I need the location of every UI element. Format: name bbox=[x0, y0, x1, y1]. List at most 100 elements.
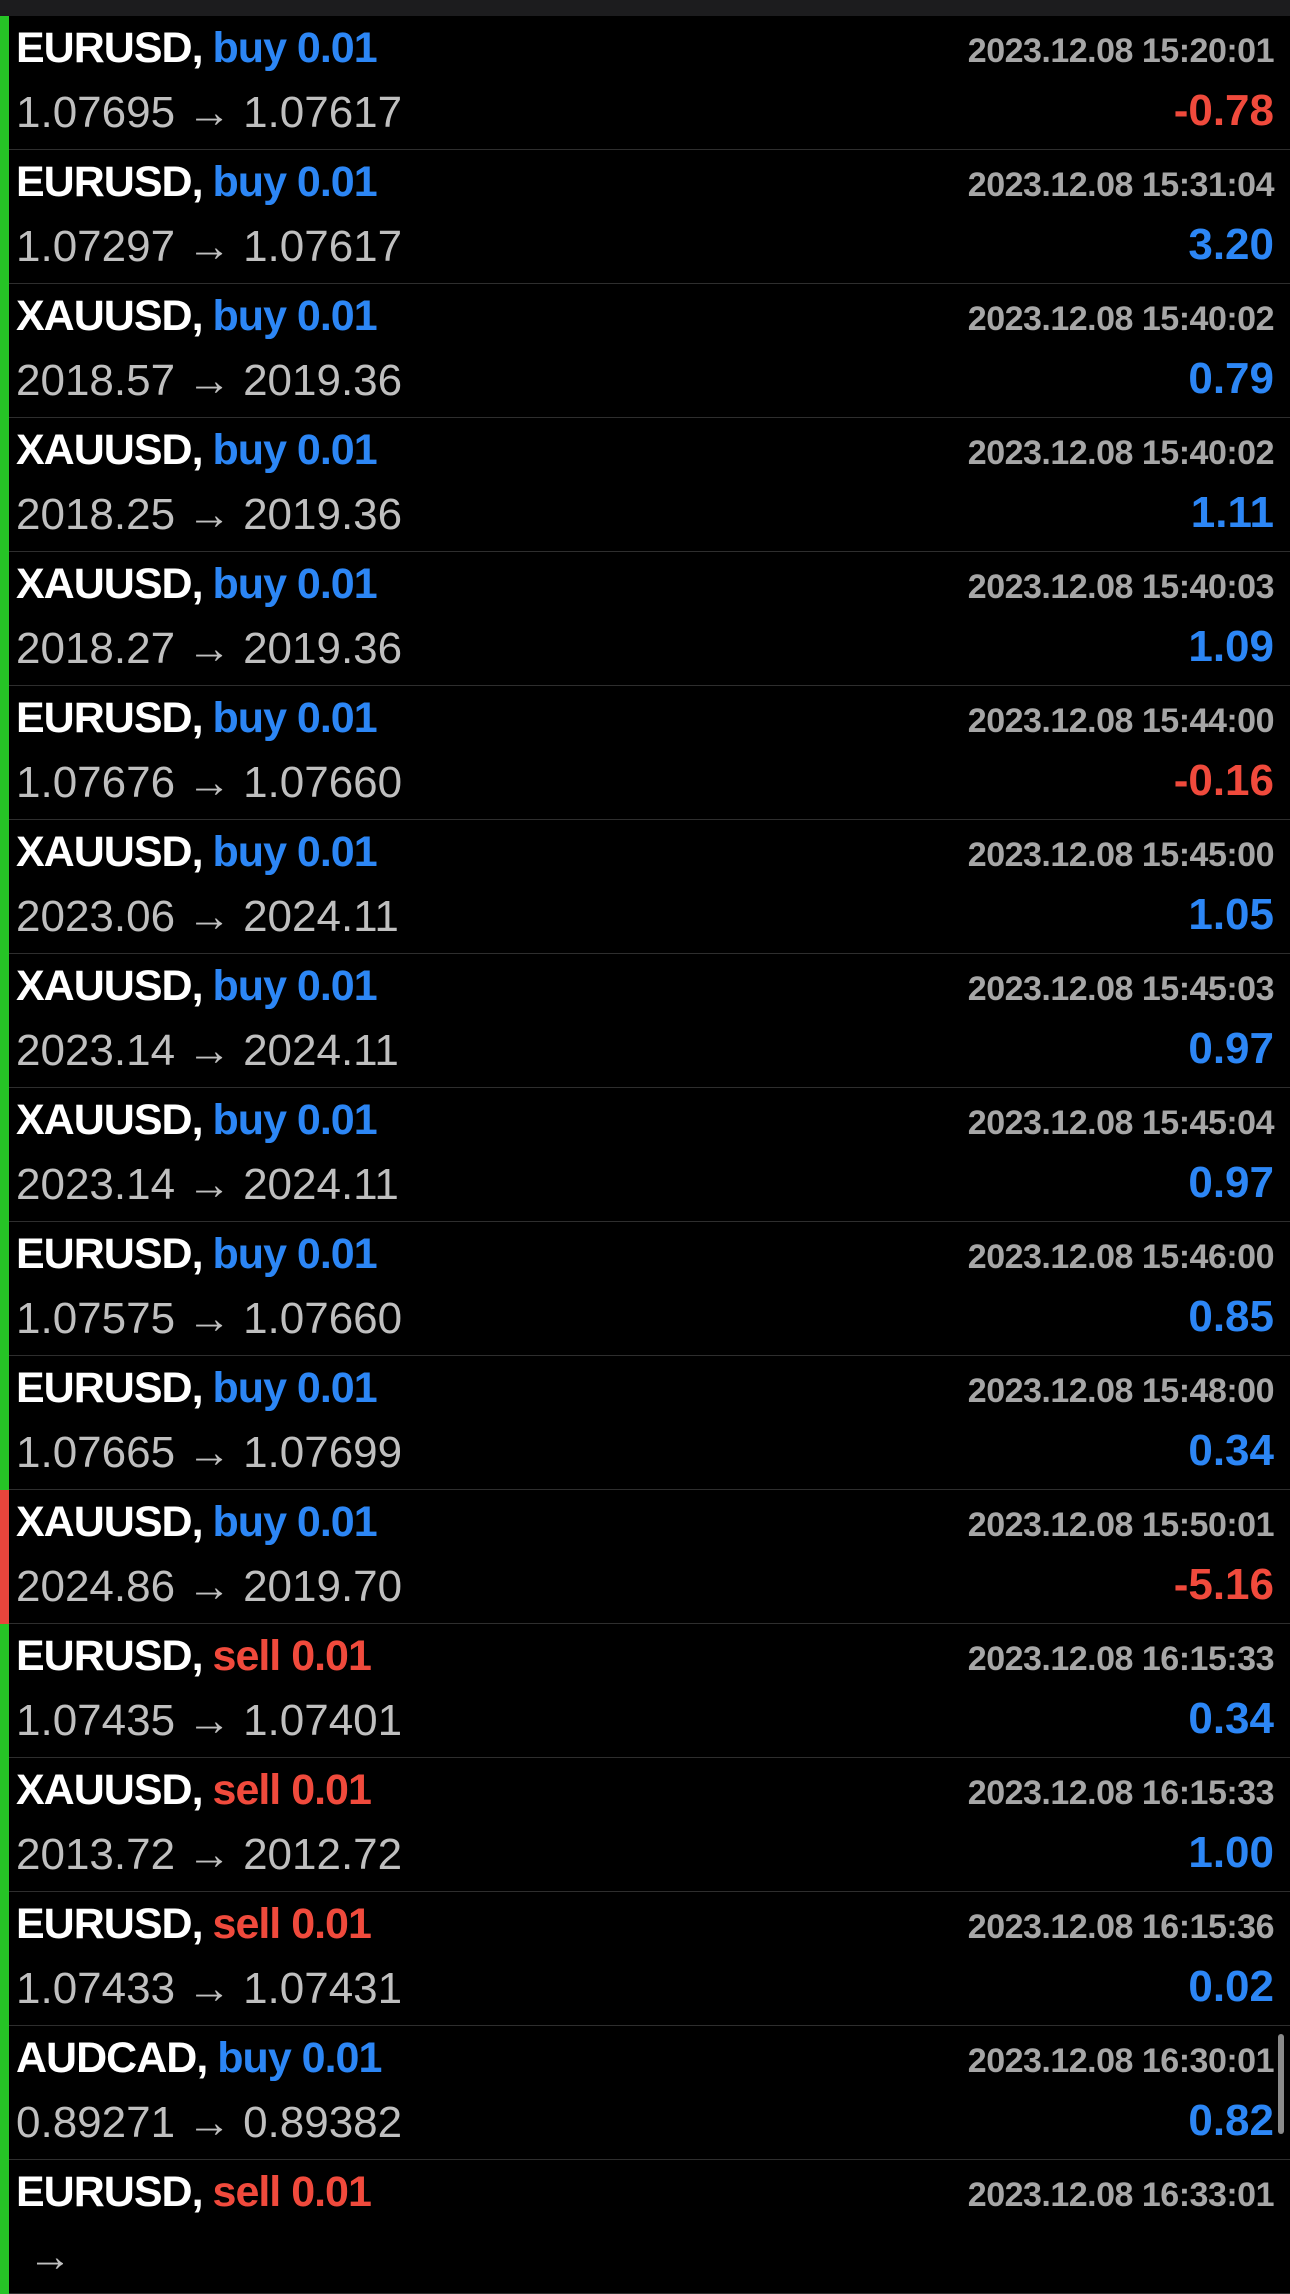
trade-row[interactable]: XAUUSD, buy 0.01 2023.12.08 15:40:02 2018.5… bbox=[0, 284, 1290, 418]
trade-history-list[interactable]: EURUSD, buy 0.01 2023.12.08 15:20:01 1.0769… bbox=[0, 16, 1290, 2294]
arrow-right-icon: → bbox=[187, 2098, 232, 2147]
trade-row[interactable]: EURUSD, sell 0.01 2023.12.08 16:15:36 1.074… bbox=[0, 1892, 1290, 2026]
trade-time: 2023.12.08 15:40:03 bbox=[967, 568, 1275, 606]
open-price: 2023.14 bbox=[16, 1160, 176, 1209]
price-range: 0.89271 → 0.89382 bbox=[16, 2098, 402, 2148]
trade-row[interactable]: EURUSD, buy 0.01 2023.12.08 15:48:00 1.0766… bbox=[0, 1356, 1290, 1490]
trade-header: EURUSD, buy 0.01 bbox=[16, 1364, 378, 1413]
trade-row[interactable]: XAUUSD, buy 0.01 2023.12.08 15:45:00 2023.0… bbox=[0, 820, 1290, 954]
price-range: 1.07575 → 1.07660 bbox=[16, 1294, 402, 1344]
trade-row[interactable]: EURUSD, buy 0.01 2023.12.08 15:20:01 1.0769… bbox=[0, 16, 1290, 150]
trade-row[interactable]: EURUSD, sell 0.01 2023.12.08 16:33:01 → bbox=[0, 2160, 1290, 2294]
separator: , bbox=[191, 292, 204, 340]
profit-value: 0.82 bbox=[1188, 2096, 1274, 2145]
arrow-right-icon: → bbox=[187, 1964, 232, 2013]
separator: , bbox=[191, 828, 204, 876]
arrow-right-icon: → bbox=[187, 1562, 232, 1611]
trade-row[interactable]: XAUUSD, buy 0.01 2023.12.08 15:40:02 2018.2… bbox=[0, 418, 1290, 552]
trade-row[interactable]: EURUSD, sell 0.01 2023.12.08 16:15:33 1.074… bbox=[0, 1624, 1290, 1758]
symbol-label: EURUSD bbox=[16, 2168, 193, 2216]
open-price: 1.07676 bbox=[16, 758, 176, 807]
profit-indicator-bar bbox=[0, 16, 9, 150]
separator: , bbox=[191, 1230, 204, 1278]
trade-time: 2023.12.08 15:40:02 bbox=[967, 300, 1275, 338]
trade-side-volume: buy 0.01 bbox=[212, 1364, 378, 1412]
price-range: 2023.14 → 2024.11 bbox=[16, 1026, 399, 1076]
trade-side-volume: sell 0.01 bbox=[212, 1900, 372, 1948]
trade-time: 2023.12.08 15:50:01 bbox=[967, 1506, 1275, 1544]
close-price: 2024.11 bbox=[243, 1026, 399, 1075]
separator: , bbox=[191, 560, 204, 608]
trade-row[interactable]: EURUSD, buy 0.01 2023.12.08 15:46:00 1.0757… bbox=[0, 1222, 1290, 1356]
trade-side-volume: buy 0.01 bbox=[212, 1230, 378, 1278]
price-range: 2023.06 → 2024.11 bbox=[16, 892, 399, 942]
trade-time: 2023.12.08 15:45:00 bbox=[967, 836, 1275, 874]
symbol-label: EURUSD bbox=[16, 1632, 193, 1680]
close-price: 2019.36 bbox=[243, 624, 403, 673]
price-range: → bbox=[16, 2232, 84, 2282]
close-price: 0.89382 bbox=[243, 2098, 403, 2147]
price-range: 1.07433 → 1.07431 bbox=[16, 1964, 402, 2014]
open-price: 2018.27 bbox=[16, 624, 176, 673]
trade-header: XAUUSD, sell 0.01 bbox=[16, 1766, 372, 1815]
trade-row[interactable]: XAUUSD, buy 0.01 2023.12.08 15:40:03 2018.2… bbox=[0, 552, 1290, 686]
close-price: 1.07660 bbox=[243, 758, 403, 807]
trade-time: 2023.12.08 15:48:00 bbox=[967, 1372, 1275, 1410]
symbol-label: EURUSD bbox=[16, 1364, 193, 1412]
close-price: 1.07617 bbox=[243, 88, 403, 137]
trade-header: XAUUSD, buy 0.01 bbox=[16, 1096, 378, 1145]
trade-row[interactable]: XAUUSD, buy 0.01 2023.12.08 15:50:01 2024.8… bbox=[0, 1490, 1290, 1624]
profit-value: 1.11 bbox=[1190, 488, 1274, 537]
separator: , bbox=[191, 158, 204, 206]
separator: , bbox=[191, 1096, 204, 1144]
profit-indicator-bar bbox=[0, 150, 9, 284]
trade-header: EURUSD, sell 0.01 bbox=[16, 1900, 372, 1949]
separator: , bbox=[191, 694, 204, 742]
trade-header: EURUSD, sell 0.01 bbox=[16, 2168, 372, 2217]
profit-indicator-bar bbox=[0, 1088, 9, 1222]
price-range: 1.07297 → 1.07617 bbox=[16, 222, 402, 272]
close-price: 1.07617 bbox=[243, 222, 403, 271]
open-price: 2024.86 bbox=[16, 1562, 176, 1611]
arrow-right-icon: → bbox=[187, 88, 232, 137]
profit-value: 3.20 bbox=[1188, 220, 1274, 269]
profit-value: -5.16 bbox=[1173, 1560, 1274, 1609]
symbol-label: EURUSD bbox=[16, 694, 193, 742]
trade-side-volume: buy 0.01 bbox=[212, 158, 378, 206]
trade-side-volume: sell 0.01 bbox=[212, 2168, 372, 2216]
trade-row[interactable]: EURUSD, buy 0.01 2023.12.08 15:44:00 1.0767… bbox=[0, 686, 1290, 820]
trade-row[interactable]: EURUSD, buy 0.01 2023.12.08 15:31:04 1.0729… bbox=[0, 150, 1290, 284]
profit-value: 0.34 bbox=[1188, 1426, 1274, 1475]
close-price: 1.07431 bbox=[243, 1964, 403, 2013]
price-range: 2013.72 → 2012.72 bbox=[16, 1830, 402, 1880]
open-price: 1.07435 bbox=[16, 1696, 176, 1745]
open-price: 1.07297 bbox=[16, 222, 176, 271]
scrollbar[interactable] bbox=[1278, 2034, 1284, 2134]
separator: , bbox=[191, 2168, 204, 2216]
trade-side-volume: buy 0.01 bbox=[212, 694, 378, 742]
trade-header: AUDCAD, buy 0.01 bbox=[16, 2034, 382, 2083]
price-range: 2024.86 → 2019.70 bbox=[16, 1562, 402, 1612]
trade-time: 2023.12.08 15:46:00 bbox=[967, 1238, 1275, 1276]
arrow-right-icon: → bbox=[187, 1696, 232, 1745]
symbol-label: XAUUSD bbox=[16, 1766, 193, 1814]
separator: , bbox=[191, 1364, 204, 1412]
close-price: 2019.36 bbox=[243, 356, 403, 405]
open-price: 2018.57 bbox=[16, 356, 176, 405]
trade-row[interactable]: XAUUSD, buy 0.01 2023.12.08 15:45:03 2023.1… bbox=[0, 954, 1290, 1088]
price-range: 1.07695 → 1.07617 bbox=[16, 88, 402, 138]
symbol-label: XAUUSD bbox=[16, 560, 193, 608]
profit-indicator-bar bbox=[0, 1490, 9, 1624]
symbol-label: XAUUSD bbox=[16, 426, 193, 474]
trade-row[interactable]: XAUUSD, buy 0.01 2023.12.08 15:45:04 2023.1… bbox=[0, 1088, 1290, 1222]
trade-row[interactable]: XAUUSD, sell 0.01 2023.12.08 16:15:33 2013.… bbox=[0, 1758, 1290, 1892]
trade-header: XAUUSD, buy 0.01 bbox=[16, 828, 378, 877]
trade-side-volume: buy 0.01 bbox=[212, 962, 378, 1010]
open-price: 2013.72 bbox=[16, 1830, 176, 1879]
close-price: 1.07699 bbox=[243, 1428, 403, 1477]
open-price: 1.07665 bbox=[16, 1428, 176, 1477]
trade-time: 2023.12.08 15:20:01 bbox=[967, 32, 1275, 70]
trade-row[interactable]: AUDCAD, buy 0.01 2023.12.08 16:30:01 0.8927… bbox=[0, 2026, 1290, 2160]
profit-indicator-bar bbox=[0, 1222, 9, 1356]
trade-header: XAUUSD, buy 0.01 bbox=[16, 962, 378, 1011]
